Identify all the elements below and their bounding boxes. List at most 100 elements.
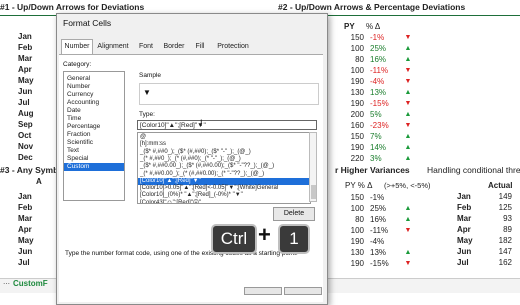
format-code-item[interactable]: _(* #,##0_);_(* (#,##0);_(* "-"_);_(@_) xyxy=(140,156,241,163)
format-cells-dialog: Format Cells Number Alignment Font Borde… xyxy=(56,13,328,305)
table-row: 190 -15% ▼ xyxy=(342,258,432,269)
pct-column-header: % Δ xyxy=(366,22,381,31)
ok-button[interactable] xyxy=(244,287,282,295)
table-row: 80 16% ▲ xyxy=(342,214,432,225)
month-label: Jun xyxy=(18,87,33,96)
table-row: 190 -4% ▼ xyxy=(342,76,432,87)
format-code-list[interactable]: @ [h]:mm:ss _($* #,##0_);_($* (#,##0);_($*… xyxy=(137,132,311,204)
actual-value: 125 xyxy=(498,203,512,212)
tab-number[interactable]: Number xyxy=(61,39,93,55)
cancel-button[interactable] xyxy=(284,287,322,295)
month-label: Feb xyxy=(18,43,33,52)
table-row: 100 25% ▲ xyxy=(342,203,432,214)
category-item-general[interactable]: General xyxy=(67,75,90,83)
pct-change: -4% xyxy=(370,77,385,86)
table-row: 220 3% ▲ xyxy=(342,153,432,164)
one-key: 1 xyxy=(278,224,310,254)
format-code-item[interactable]: _($* #,##0_);_($* (#,##0);_($* "-"_);_(@… xyxy=(140,149,251,156)
py-value: 150 xyxy=(350,33,364,42)
format-code-item[interactable]: [h]:mm:ss xyxy=(140,141,166,148)
up-arrow-icon: ▲ xyxy=(404,111,412,118)
tab-protection[interactable]: Protection xyxy=(213,40,253,53)
down-arrow-icon: ▼ xyxy=(404,100,412,107)
table-row: 150 -1% ▼ xyxy=(342,32,432,43)
month-label: Jan xyxy=(457,192,471,201)
py-value: 190 xyxy=(350,259,364,268)
table-row: 150 -1% xyxy=(342,192,432,203)
category-item-text[interactable]: Text xyxy=(67,147,79,155)
month-label: Apr xyxy=(18,65,32,74)
type-input-value: [Color10]"▲";[Red]"▼" xyxy=(140,122,206,129)
pct-change: 3% xyxy=(370,154,382,163)
category-item-special[interactable]: Special xyxy=(67,155,88,163)
category-item-time[interactable]: Time xyxy=(67,115,81,123)
category-item-fraction[interactable]: Fraction xyxy=(67,131,90,139)
category-item-custom[interactable]: Custom xyxy=(64,163,124,171)
pct-change: 16% xyxy=(370,55,387,64)
py-value: 100 xyxy=(350,66,364,75)
pct-change: 13% xyxy=(370,88,387,97)
pct-change: 13% xyxy=(370,248,387,257)
category-item-scientific[interactable]: Scientific xyxy=(67,139,93,147)
sheet-tab-customformat[interactable]: CustomF xyxy=(13,279,48,288)
up-arrow-icon: ▲ xyxy=(404,56,412,63)
format-hint-text: Type the number format code, using one o… xyxy=(65,250,298,257)
format-code-item[interactable]: [Color10]"▲";[Red]"▼" xyxy=(138,177,310,186)
actual-value: 149 xyxy=(498,192,512,201)
pct-change: 25% xyxy=(370,44,387,53)
month-label: Mar xyxy=(18,54,33,63)
pct-change: -1% xyxy=(370,33,385,42)
format-code-item[interactable]: [Color10]>0.05]"▲";[Red]<-0.05]"▼";[Whit… xyxy=(140,185,278,192)
category-list[interactable]: General Number Currency Accounting Date Time P… xyxy=(63,71,125,201)
py-value: 150 xyxy=(350,132,364,141)
tab-alignment[interactable]: Alignment xyxy=(93,40,133,53)
tab-fill[interactable]: Fill xyxy=(191,40,209,53)
tab-font[interactable]: Font xyxy=(135,40,157,53)
format-code-item[interactable]: _(* #,##0.00_);_(* (#,##0.00);_(* "-"??_… xyxy=(140,171,264,178)
month-label: Jan xyxy=(18,192,32,201)
plus-symbol: + xyxy=(258,222,271,247)
format-code-item[interactable]: [Color43]"☺";[Red]"☹" xyxy=(140,200,201,203)
category-item-accounting[interactable]: Accounting xyxy=(67,99,99,107)
type-label: Type: xyxy=(139,111,155,118)
category-item-percentage[interactable]: Percentage xyxy=(67,123,100,131)
scrollbar-thumb[interactable] xyxy=(311,185,316,199)
month-label: Nov xyxy=(18,142,34,151)
pct-change: 16% xyxy=(370,215,387,224)
month-label: Jul xyxy=(457,258,469,267)
pct-change: 25% xyxy=(370,204,387,213)
pct-change: -11% xyxy=(370,66,389,75)
section-heading-2: #2 - Up/Down Arrows & Percentage Deviati… xyxy=(278,2,466,12)
down-arrow-icon: ▼ xyxy=(404,260,412,267)
up-arrow-icon: ▲ xyxy=(404,89,412,96)
pct-change: -1% xyxy=(370,193,385,202)
month-label: May xyxy=(18,76,34,85)
sample-value: ▼ xyxy=(143,88,151,97)
type-input[interactable]: [Color10]"▲";[Red]"▼" xyxy=(137,120,317,130)
format-list-scrollbar[interactable] xyxy=(309,132,317,202)
tab-nav-icon[interactable]: ⋯ xyxy=(3,280,10,288)
format-code-item[interactable]: [Color10]_(0%)* "▲";[Red]_(-0%)* "▼" xyxy=(140,192,243,199)
month-label: Jul xyxy=(18,98,30,107)
table-row: 150 7% ▲ xyxy=(342,131,432,142)
py-value: 100 xyxy=(350,226,364,235)
table-row: 190 -15% ▼ xyxy=(342,98,432,109)
table-row: 200 5% ▲ xyxy=(342,109,432,120)
format-code-item[interactable]: @ xyxy=(140,134,146,141)
pct-change: 14% xyxy=(370,143,387,152)
category-item-date[interactable]: Date xyxy=(67,107,81,115)
delete-button[interactable]: Delete xyxy=(273,207,315,221)
py-value: 150 xyxy=(350,193,364,202)
category-item-number[interactable]: Number xyxy=(67,83,90,91)
category-label: Category: xyxy=(63,61,92,68)
pct-change: -15% xyxy=(370,259,389,268)
bottom-a-header: A xyxy=(36,177,42,186)
actual-value: 89 xyxy=(503,225,512,234)
tab-border[interactable]: Border xyxy=(159,40,189,53)
sample-box: ▼ xyxy=(139,83,319,105)
py-value: 190 xyxy=(350,237,364,246)
table-row: 190 14% ▲ xyxy=(342,142,432,153)
category-item-currency[interactable]: Currency xyxy=(67,91,93,99)
month-label: May xyxy=(457,236,473,245)
format-code-item[interactable]: _($* #,##0.00_);_($* (#,##0.00);_($* "-"… xyxy=(140,163,274,170)
